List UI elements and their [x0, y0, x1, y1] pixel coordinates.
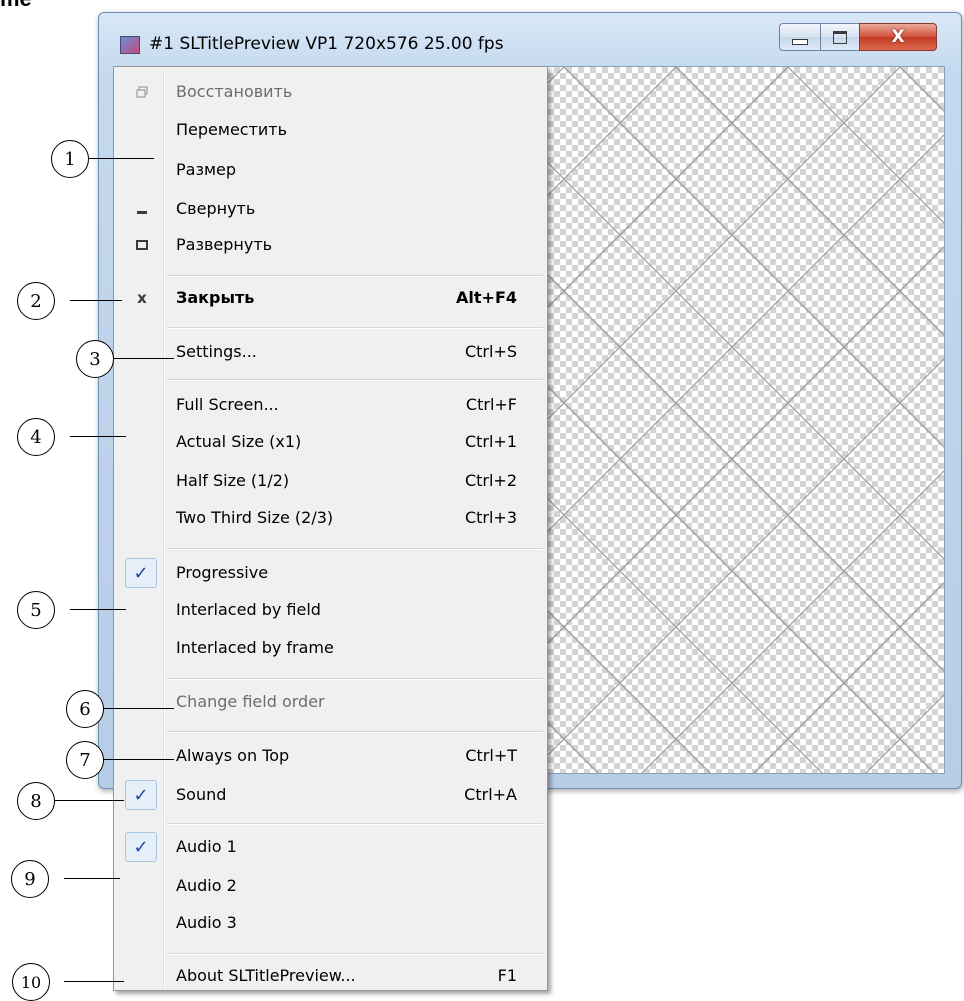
menu-separator	[167, 379, 543, 381]
callout-line-10	[64, 981, 124, 982]
callout-line-6	[102, 708, 174, 709]
menu-item-shortcut: Ctrl+T	[465, 746, 517, 765]
menu-item-progressive[interactable]: ✓ Progressive	[114, 555, 547, 591]
close-button[interactable]: X	[859, 23, 937, 51]
menu-item-label: Sound	[176, 785, 227, 804]
menu-separator	[167, 823, 543, 825]
minimize-icon	[792, 39, 808, 45]
menu-item-minimize[interactable]: Свернуть	[114, 191, 547, 227]
callout-line-1	[86, 158, 154, 159]
callout-line-9	[64, 878, 120, 879]
callout-10: 10	[12, 963, 50, 1001]
menu-item-label: Interlaced by field	[176, 600, 321, 619]
callout-2: 2	[17, 282, 55, 320]
menu-item-change-field-order[interactable]: Change field order	[114, 684, 547, 720]
menu-item-about[interactable]: About SLTitlePreview... F1	[114, 958, 547, 994]
check-icon: ✓	[125, 780, 157, 810]
close-icon: x	[137, 289, 147, 307]
menu-item-interlaced-field[interactable]: Interlaced by field	[114, 592, 547, 628]
menu-item-half-size[interactable]: Half Size (1/2) Ctrl+2	[114, 463, 547, 499]
window-title: #1 SLTitlePreview VP1 720x576 25.00 fps	[149, 34, 504, 54]
callout-7: 7	[66, 741, 104, 779]
callout-line-3	[112, 358, 174, 359]
menu-item-sound[interactable]: ✓ Sound Ctrl+A	[114, 777, 547, 813]
callout-8: 8	[17, 782, 55, 820]
menu-item-label: Actual Size (x1)	[176, 432, 302, 451]
menu-item-label: Восстановить	[176, 82, 293, 101]
callout-1: 1	[51, 140, 89, 178]
menu-item-audio-2[interactable]: Audio 2	[114, 868, 547, 904]
menu-separator	[167, 327, 543, 329]
menu-item-settings[interactable]: Settings... Ctrl+S	[114, 334, 547, 370]
callout-4: 4	[17, 418, 55, 456]
menu-item-restore[interactable]: Восстановить	[114, 74, 547, 110]
menu-separator	[167, 275, 543, 277]
menu-item-size[interactable]: Размер	[114, 152, 547, 188]
minimize-button[interactable]	[779, 23, 821, 51]
menu-item-label: Audio 1	[176, 837, 237, 856]
menu-item-shortcut: Ctrl+2	[464, 471, 517, 490]
menu-item-maximize[interactable]: Развернуть	[114, 227, 547, 263]
menu-separator	[167, 953, 543, 955]
menu-item-shortcut: Ctrl+F	[465, 395, 517, 414]
menu-separator	[167, 731, 543, 733]
menu-item-label: Развернуть	[176, 235, 273, 254]
corner-text-fragment: me	[0, 0, 32, 12]
menu-item-shortcut: F1	[497, 966, 517, 985]
close-icon: X	[891, 27, 905, 47]
menu-separator	[167, 678, 543, 680]
menu-item-label: Размер	[176, 160, 237, 179]
menu-item-shortcut: Alt+F4	[456, 288, 517, 307]
callout-line-4	[70, 436, 126, 437]
callout-line-2	[70, 300, 122, 301]
restore-icon	[132, 82, 152, 102]
callout-9: 9	[11, 860, 49, 898]
menu-item-two-third-size[interactable]: Two Third Size (2/3) Ctrl+3	[114, 500, 547, 536]
maximize-icon	[132, 235, 152, 255]
menu-item-audio-3[interactable]: Audio 3	[114, 905, 547, 941]
callout-3: 3	[76, 340, 114, 378]
title-bar[interactable]: #1 SLTitlePreview VP1 720x576 25.00 fps …	[99, 13, 961, 65]
menu-item-shortcut: Ctrl+S	[464, 342, 517, 361]
menu-item-close[interactable]: x Закрыть Alt+F4	[114, 280, 547, 316]
menu-separator	[167, 548, 543, 550]
menu-item-label: Change field order	[176, 692, 325, 711]
menu-item-label: Half Size (1/2)	[176, 471, 290, 490]
check-icon: ✓	[125, 558, 157, 588]
callout-line-8	[54, 800, 124, 801]
check-icon: ✓	[125, 832, 157, 862]
menu-item-label: Свернуть	[176, 199, 256, 218]
menu-item-label: Interlaced by frame	[176, 638, 334, 657]
system-context-menu: Восстановить Переместить Размер Свернуть…	[113, 66, 548, 991]
minimize-icon	[132, 199, 152, 219]
menu-item-interlaced-frame[interactable]: Interlaced by frame	[114, 630, 547, 666]
menu-item-label: Settings...	[176, 342, 257, 361]
menu-item-move[interactable]: Переместить	[114, 112, 547, 148]
menu-item-always-on-top[interactable]: Always on Top Ctrl+T	[114, 738, 547, 774]
menu-item-label: Audio 2	[176, 876, 237, 895]
callout-6: 6	[66, 690, 104, 728]
menu-item-full-screen[interactable]: Full Screen... Ctrl+F	[114, 387, 547, 423]
menu-item-actual-size[interactable]: Actual Size (x1) Ctrl+1	[114, 424, 547, 460]
callout-line-7	[102, 759, 174, 760]
menu-item-label: Audio 3	[176, 913, 237, 932]
callout-5: 5	[17, 591, 55, 629]
menu-item-audio-1[interactable]: ✓ Audio 1	[114, 829, 547, 865]
maximize-button[interactable]	[820, 23, 860, 51]
callout-line-5	[70, 609, 126, 610]
menu-item-label: Full Screen...	[176, 395, 279, 414]
menu-item-label: Переместить	[176, 120, 288, 139]
menu-item-label: About SLTitlePreview...	[176, 966, 356, 985]
app-icon[interactable]	[120, 36, 140, 54]
menu-item-shortcut: Ctrl+A	[464, 785, 517, 804]
maximize-icon	[833, 30, 847, 44]
menu-item-label: Progressive	[176, 563, 269, 582]
menu-item-shortcut: Ctrl+3	[464, 508, 517, 527]
menu-item-label: Always on Top	[176, 746, 290, 765]
menu-item-shortcut: Ctrl+1	[464, 432, 517, 451]
menu-item-label: Two Third Size (2/3)	[176, 508, 334, 527]
menu-item-label: Закрыть	[176, 288, 255, 307]
